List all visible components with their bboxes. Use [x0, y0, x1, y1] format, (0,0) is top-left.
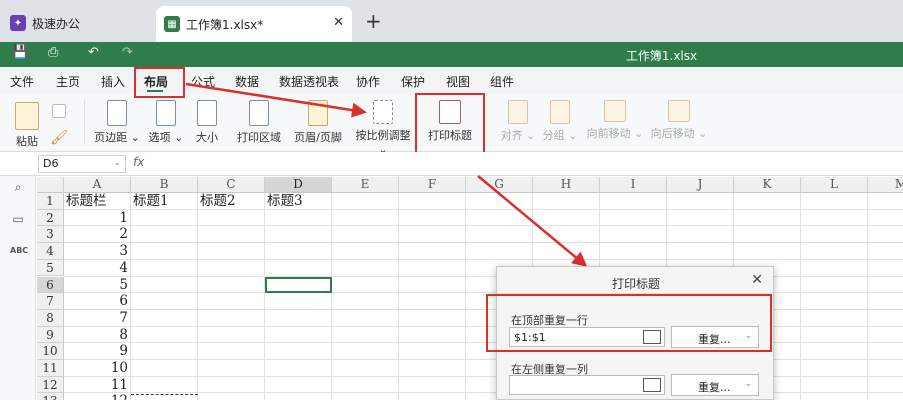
dialog-title: 打印标题: [611, 277, 660, 291]
range-picker-icon[interactable]: [643, 378, 661, 392]
top-rows-highlight: [486, 294, 772, 352]
arrow-to-dialog: [477, 175, 588, 267]
left-columns-input[interactable]: [509, 375, 665, 395]
chevron-down-icon: ⌄: [744, 379, 752, 389]
close-icon[interactable]: ✕: [751, 272, 763, 288]
left-columns-select[interactable]: 重复... ⌄: [671, 374, 759, 396]
arrow-to-print-titles: [185, 82, 367, 118]
